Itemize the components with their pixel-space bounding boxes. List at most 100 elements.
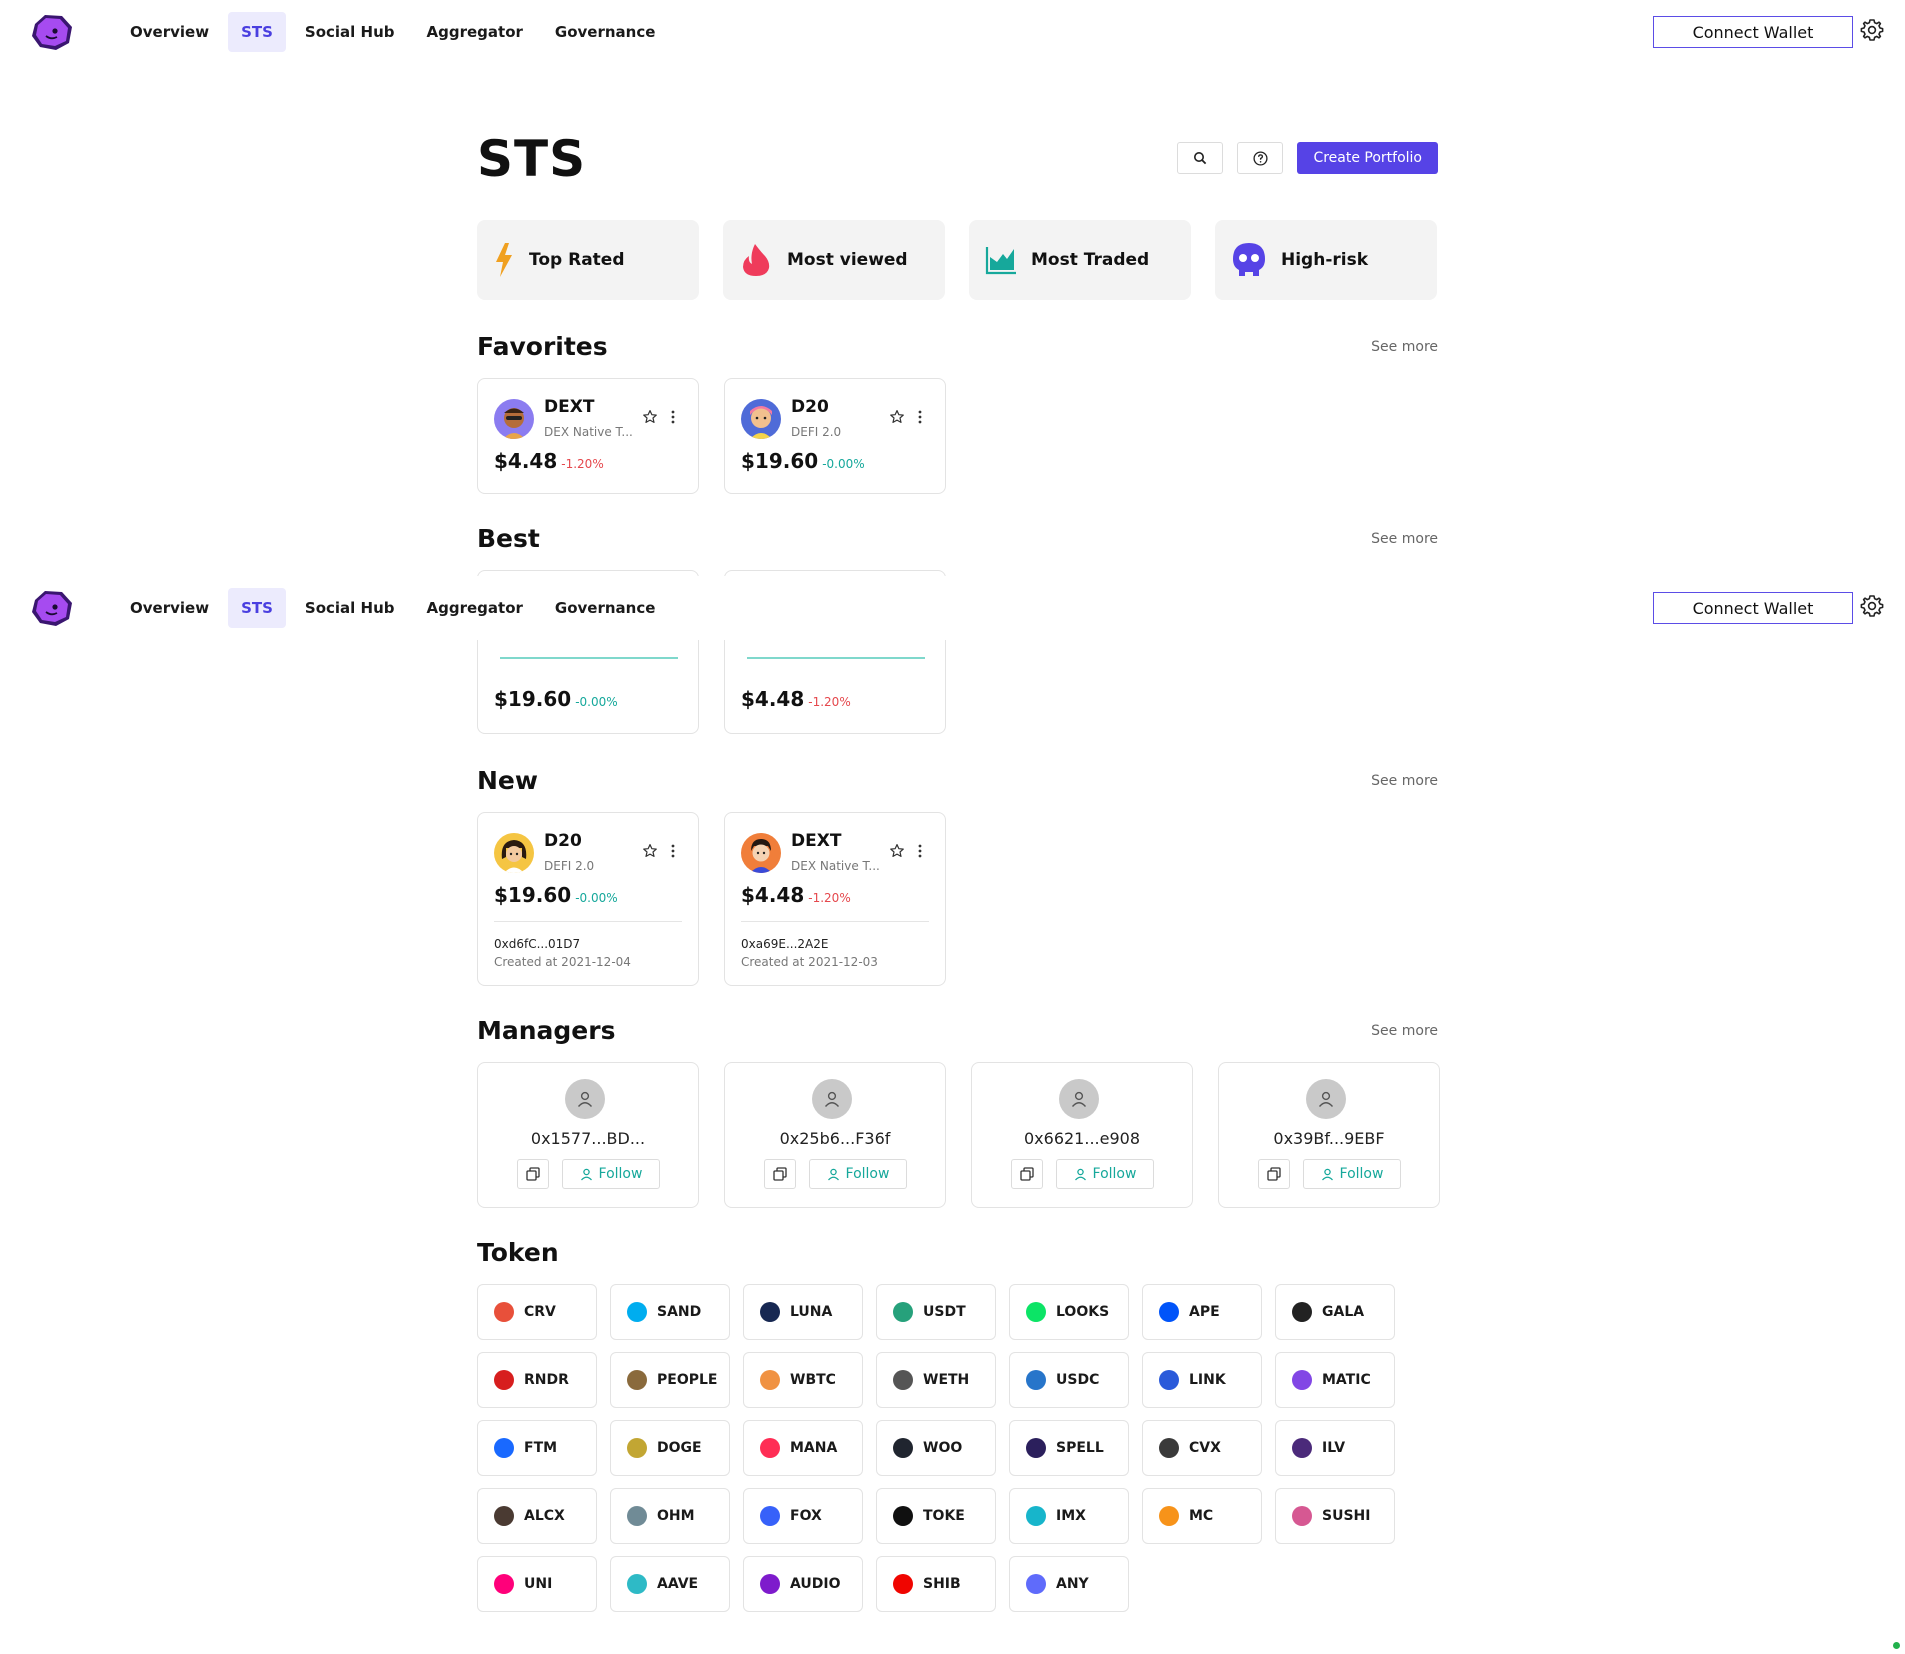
create-portfolio-button[interactable]: Create Portfolio <box>1297 142 1438 174</box>
portfolio-address: 0xd6fC...01D7 <box>494 937 581 951</box>
imx-token-icon <box>1026 1506 1046 1526</box>
portfolio-card-d20[interactable]: D20 DEFI 2.0 $19.60 -0.00% <box>724 378 946 494</box>
token-chip-doge[interactable]: DOGE <box>610 1420 730 1476</box>
token-chip-mana[interactable]: MANA <box>743 1420 863 1476</box>
token-chip-woo[interactable]: WOO <box>876 1420 996 1476</box>
gear-icon[interactable] <box>1860 594 1884 618</box>
token-chip-link[interactable]: LINK <box>1142 1352 1262 1408</box>
gear-icon[interactable] <box>1860 18 1884 42</box>
mana-token-icon <box>760 1438 780 1458</box>
copy-button[interactable] <box>764 1159 796 1189</box>
new-heading: New <box>477 766 538 795</box>
managers-see-more-link[interactable]: See more <box>1371 1023 1438 1039</box>
token-chip-aave[interactable]: AAVE <box>610 1556 730 1612</box>
token-chip-toke[interactable]: TOKE <box>876 1488 996 1544</box>
favorites-see-more-link[interactable]: See more <box>1371 339 1438 355</box>
token-chip-imx[interactable]: IMX <box>1009 1488 1129 1544</box>
portfolio-card-dext[interactable]: DEXT DEX Native T... $4.48 -1.20% <box>477 378 699 494</box>
token-chip-cvx[interactable]: CVX <box>1142 1420 1262 1476</box>
category-high-risk[interactable]: High-risk <box>1215 220 1437 300</box>
token-chip-any[interactable]: ANY <box>1009 1556 1129 1612</box>
new-card-dext[interactable]: DEXT DEX Native T... $4.48 -1.20% 0xa69E.… <box>724 812 946 986</box>
aave-token-icon <box>627 1574 647 1594</box>
more-vertical-icon[interactable] <box>914 843 926 859</box>
token-chip-looks[interactable]: LOOKS <box>1009 1284 1129 1340</box>
token-chip-mc[interactable]: MC <box>1142 1488 1262 1544</box>
nav-sts[interactable]: STS <box>228 588 286 628</box>
connect-wallet-button[interactable]: Connect Wallet <box>1653 592 1853 624</box>
copy-icon <box>773 1167 787 1181</box>
area-chart-icon <box>985 247 1016 275</box>
token-chip-ftm[interactable]: FTM <box>477 1420 597 1476</box>
category-most-traded[interactable]: Most Traded <box>969 220 1191 300</box>
token-chip-fox[interactable]: FOX <box>743 1488 863 1544</box>
manager-card[interactable]: 0x25b6...F36f Follow <box>724 1062 946 1208</box>
follow-button[interactable]: Follow <box>1303 1159 1401 1189</box>
token-name: AUDIO <box>790 1576 841 1592</box>
manager-card[interactable]: 0x39Bf...9EBF Follow <box>1218 1062 1440 1208</box>
token-chip-matic[interactable]: MATIC <box>1275 1352 1395 1408</box>
token-chip-people[interactable]: PEOPLE <box>610 1352 730 1408</box>
audio-token-icon <box>760 1574 780 1594</box>
token-chip-audio[interactable]: AUDIO <box>743 1556 863 1612</box>
new-card-d20[interactable]: D20 DEFI 2.0 $19.60 -0.00% 0xd6fC...01D7 … <box>477 812 699 986</box>
token-name: TOKE <box>923 1508 965 1524</box>
managers-list: 0x1577...BD... Follow 0x25b6...F36f Foll… <box>477 1062 1440 1208</box>
token-chip-wbtc[interactable]: WBTC <box>743 1352 863 1408</box>
token-chip-shib[interactable]: SHIB <box>876 1556 996 1612</box>
follow-button[interactable]: Follow <box>562 1159 660 1189</box>
token-chip-spell[interactable]: SPELL <box>1009 1420 1129 1476</box>
help-button[interactable] <box>1237 142 1284 174</box>
token-chip-usdc[interactable]: USDC <box>1009 1352 1129 1408</box>
any-token-icon <box>1026 1574 1046 1594</box>
copy-button[interactable] <box>517 1159 549 1189</box>
star-icon[interactable] <box>889 409 905 425</box>
token-chip-sushi[interactable]: SUSHI <box>1275 1488 1395 1544</box>
token-chip-weth[interactable]: WETH <box>876 1352 996 1408</box>
token-chip-ilv[interactable]: ILV <box>1275 1420 1395 1476</box>
copy-button[interactable] <box>1258 1159 1290 1189</box>
token-chip-ohm[interactable]: OHM <box>610 1488 730 1544</box>
token-chip-luna[interactable]: LUNA <box>743 1284 863 1340</box>
manager-card[interactable]: 0x1577...BD... Follow <box>477 1062 699 1208</box>
wbtc-token-icon <box>760 1370 780 1390</box>
nav-social-hub[interactable]: Social Hub <box>292 588 408 628</box>
token-chip-crv[interactable]: CRV <box>477 1284 597 1340</box>
category-top-rated[interactable]: Top Rated <box>477 220 699 300</box>
more-vertical-icon[interactable] <box>914 409 926 425</box>
manager-card[interactable]: 0x6621...e908 Follow <box>971 1062 1193 1208</box>
connect-wallet-button[interactable]: Connect Wallet <box>1653 16 1853 48</box>
new-see-more-link[interactable]: See more <box>1371 773 1438 789</box>
ape-token-icon <box>1159 1302 1179 1322</box>
copy-button[interactable] <box>1011 1159 1043 1189</box>
more-vertical-icon[interactable] <box>667 843 679 859</box>
token-chip-alcx[interactable]: ALCX <box>477 1488 597 1544</box>
nav-governance[interactable]: Governance <box>542 588 669 628</box>
token-chip-usdt[interactable]: USDT <box>876 1284 996 1340</box>
nav-overview[interactable]: Overview <box>117 12 222 52</box>
nav-aggregator[interactable]: Aggregator <box>414 588 536 628</box>
app-logo-icon[interactable] <box>29 12 75 52</box>
star-icon[interactable] <box>642 843 658 859</box>
token-chip-uni[interactable]: UNI <box>477 1556 597 1612</box>
nav-sts[interactable]: STS <box>228 12 286 52</box>
token-chip-sand[interactable]: SAND <box>610 1284 730 1340</box>
nav-social-hub[interactable]: Social Hub <box>292 12 408 52</box>
token-chip-rndr[interactable]: RNDR <box>477 1352 597 1408</box>
follow-button[interactable]: Follow <box>809 1159 907 1189</box>
best-see-more-link[interactable]: See more <box>1371 531 1438 547</box>
nav-overview[interactable]: Overview <box>117 588 222 628</box>
star-icon[interactable] <box>889 843 905 859</box>
follow-button[interactable]: Follow <box>1056 1159 1154 1189</box>
category-most-viewed[interactable]: Most viewed <box>723 220 945 300</box>
search-button[interactable] <box>1177 142 1224 174</box>
category-label: Most viewed <box>787 250 908 270</box>
token-chip-ape[interactable]: APE <box>1142 1284 1262 1340</box>
nav-aggregator[interactable]: Aggregator <box>414 12 536 52</box>
app-logo-icon[interactable] <box>29 588 75 628</box>
nav-governance[interactable]: Governance <box>542 12 669 52</box>
usdt-token-icon <box>893 1302 913 1322</box>
star-icon[interactable] <box>642 409 658 425</box>
token-chip-gala[interactable]: GALA <box>1275 1284 1395 1340</box>
more-vertical-icon[interactable] <box>667 409 679 425</box>
